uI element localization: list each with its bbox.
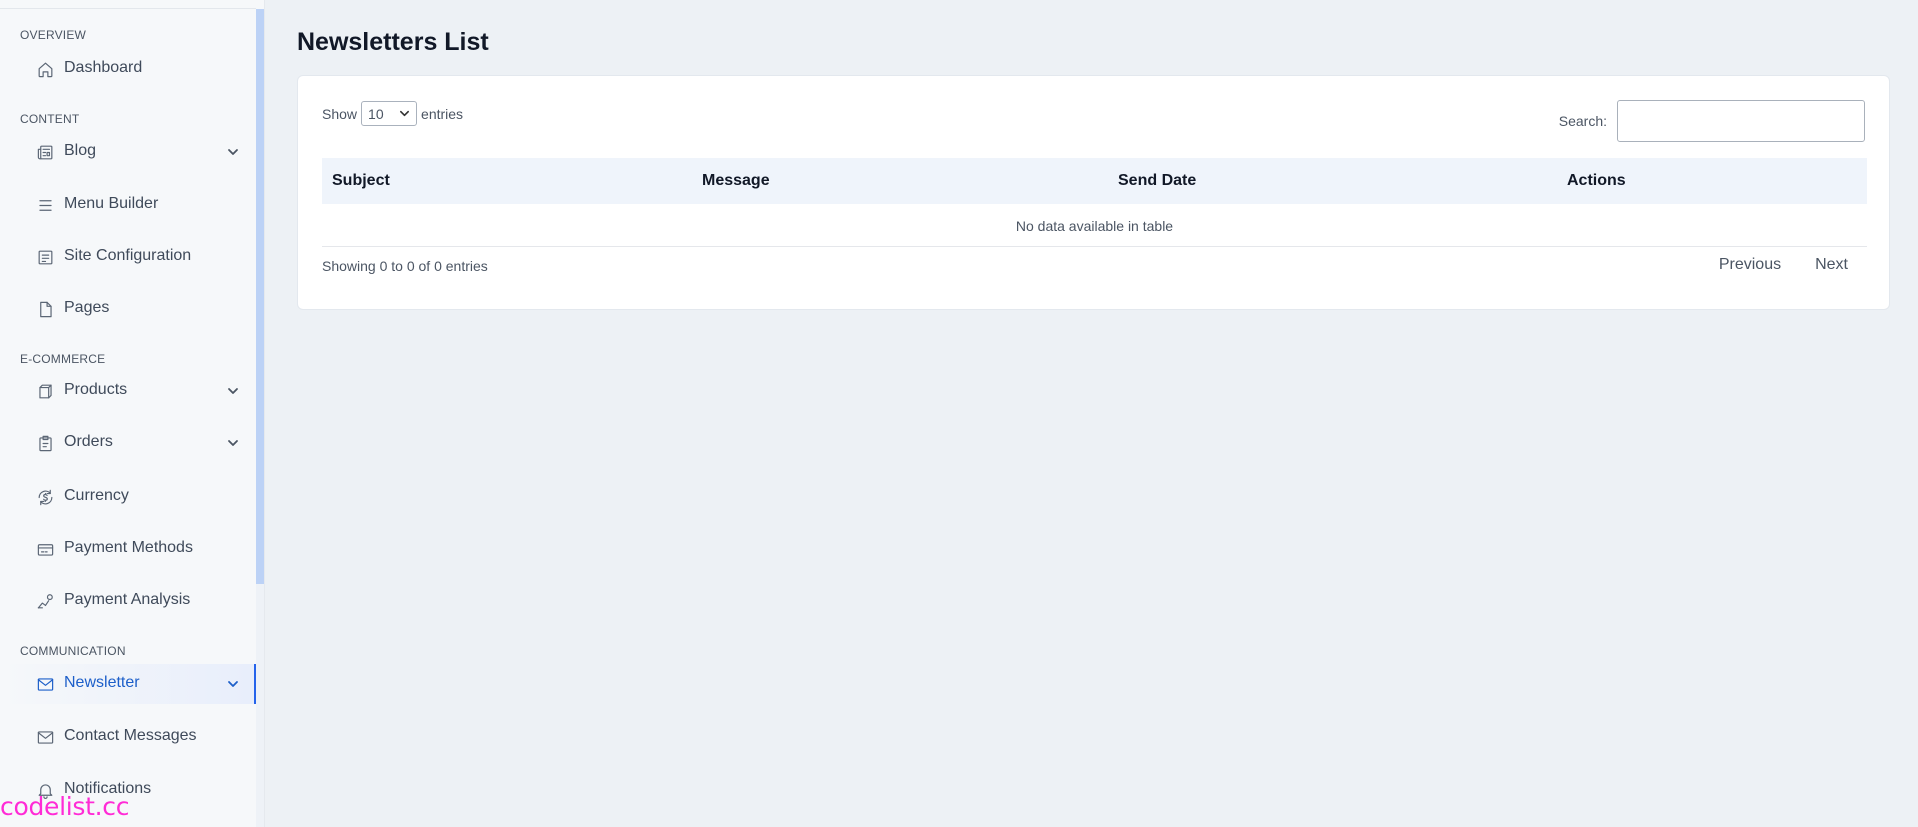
- chevron-down-icon: [227, 677, 241, 691]
- sidebar-item-payment-analysis[interactable]: Payment Analysis: [0, 581, 255, 621]
- column-header-message[interactable]: Message: [702, 172, 770, 190]
- sidebar-item-newsletter[interactable]: Newsletter: [0, 664, 256, 704]
- credit-card-icon: [35, 539, 55, 559]
- column-header-subject[interactable]: Subject: [332, 172, 390, 190]
- empty-table-message: No data available in table: [1015, 218, 1174, 234]
- currency-exchange-icon: [35, 487, 55, 507]
- sidebar-item-currency[interactable]: Currency: [0, 477, 255, 517]
- sidebar-item-label: Payment Analysis: [64, 591, 191, 608]
- sidebar-item-menu-builder[interactable]: Menu Builder: [0, 185, 255, 225]
- sidebar-item-dashboard[interactable]: Dashboard: [0, 49, 255, 89]
- entries-length-control: Show 10 entries: [322, 101, 463, 126]
- chevron-down-icon: [227, 436, 241, 450]
- table-info: Showing 0 to 0 of 0 entries: [322, 258, 488, 274]
- page-title: Newsletters List: [297, 28, 489, 56]
- mail-icon: [35, 727, 55, 747]
- box-icon: [35, 381, 55, 401]
- entries-per-page-select[interactable]: 10: [361, 101, 418, 126]
- chart-search-icon: [35, 591, 55, 611]
- sidebar-item-label: Orders: [64, 433, 113, 450]
- search-control: Search:: [1559, 100, 1865, 142]
- sidebar: OVERVIEW Dashboard CONTENT Blog Menu Bui…: [0, 0, 265, 827]
- chevron-down-icon: [400, 110, 410, 117]
- sidebar-item-orders[interactable]: Orders: [0, 423, 255, 463]
- section-label-content: CONTENT: [20, 112, 80, 126]
- newspaper-icon: [35, 142, 55, 162]
- section-label-communication: COMMUNICATION: [20, 644, 126, 658]
- table-header: Subject Message Send Date Actions: [322, 158, 1867, 204]
- sidebar-item-payment-methods[interactable]: Payment Methods: [0, 529, 255, 569]
- sidebar-item-label: Currency: [64, 487, 129, 504]
- chevron-down-icon: [227, 145, 241, 159]
- previous-page-button[interactable]: Previous: [1702, 252, 1798, 278]
- mail-icon: [35, 674, 55, 694]
- file-icon: [35, 299, 55, 319]
- sidebar-item-label: Pages: [64, 299, 110, 316]
- watermark: codelist.cc: [0, 792, 130, 821]
- sidebar-item-site-configuration[interactable]: Site Configuration: [0, 237, 255, 277]
- clipboard-icon: [35, 433, 55, 453]
- section-label-overview: OVERVIEW: [20, 28, 87, 42]
- document-settings-icon: [35, 247, 55, 267]
- sidebar-item-label: Payment Methods: [64, 539, 193, 556]
- sidebar-divider: [0, 8, 256, 9]
- sidebar-item-contact-messages[interactable]: Contact Messages: [0, 717, 255, 757]
- home-icon: [35, 59, 55, 79]
- length-prefix: Show: [322, 105, 358, 122]
- entries-per-page-value: 10: [368, 105, 384, 122]
- menu-icon: [35, 195, 55, 215]
- sidebar-scrollbar-thumb[interactable]: [256, 9, 264, 584]
- pagination: Previous Next: [1702, 252, 1865, 278]
- sidebar-item-label: Contact Messages: [64, 727, 197, 744]
- sidebar-item-label: Menu Builder: [64, 195, 159, 212]
- search-input[interactable]: [1617, 100, 1865, 142]
- search-label: Search:: [1558, 113, 1607, 129]
- sidebar-item-products[interactable]: Products: [0, 371, 255, 411]
- column-header-actions[interactable]: Actions: [1567, 172, 1626, 190]
- next-page-button[interactable]: Next: [1798, 252, 1865, 278]
- newsletters-card: Show 10 entries Search: Subject Message …: [297, 75, 1890, 310]
- sidebar-item-blog[interactable]: Blog: [0, 132, 255, 172]
- sidebar-item-label: Newsletter: [64, 674, 140, 691]
- sidebar-item-label: Blog: [64, 142, 97, 159]
- section-label-ecommerce: E-COMMERCE: [20, 352, 106, 366]
- newsletters-table: Subject Message Send Date Actions No dat…: [322, 158, 1867, 247]
- sidebar-item-label: Site Configuration: [64, 247, 192, 264]
- length-suffix: entries: [421, 105, 464, 122]
- sidebar-item-label: Products: [64, 381, 128, 398]
- sidebar-item-pages[interactable]: Pages: [0, 289, 255, 329]
- chevron-down-icon: [227, 384, 241, 398]
- table-row: No data available in table: [322, 204, 1867, 247]
- column-header-send-date[interactable]: Send Date: [1118, 172, 1196, 190]
- sidebar-item-label: Dashboard: [64, 59, 143, 76]
